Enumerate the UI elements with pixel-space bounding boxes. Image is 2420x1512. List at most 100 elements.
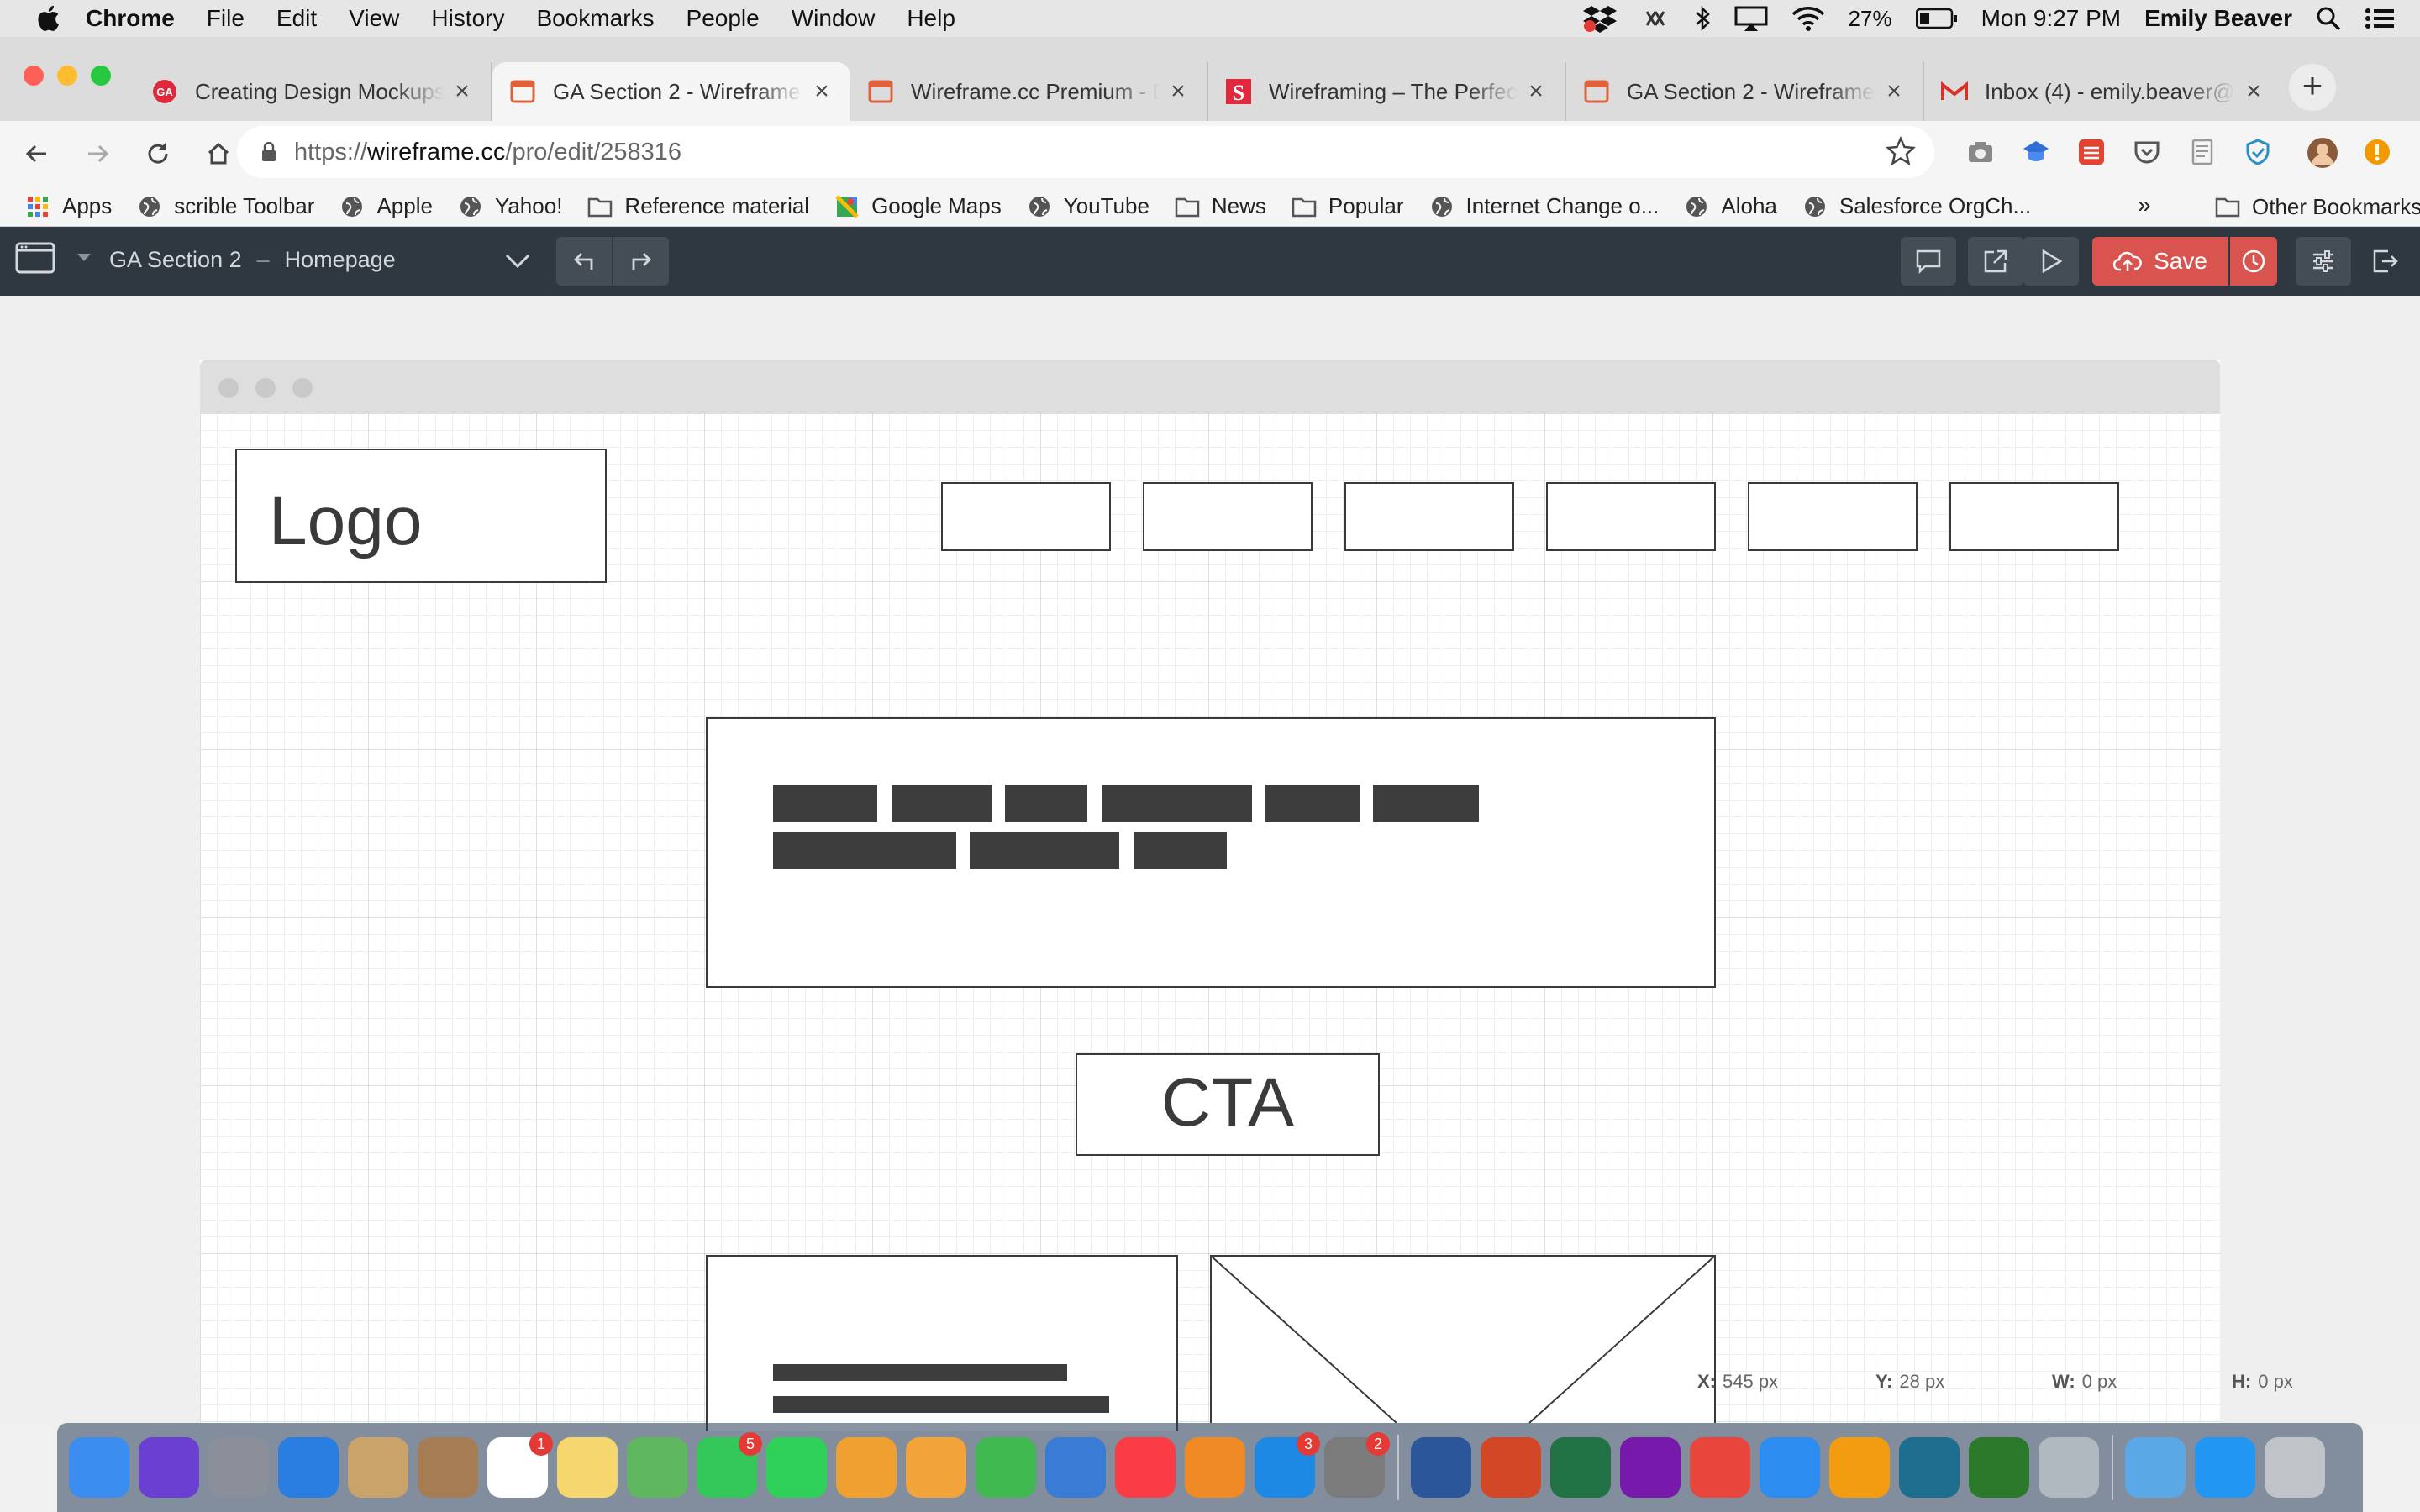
shield-app-icon[interactable] <box>1899 1437 1960 1498</box>
folder-icon[interactable] <box>2125 1437 2186 1498</box>
keynote-icon[interactable] <box>1045 1437 1106 1498</box>
page-menu-toggle[interactable] <box>15 240 92 276</box>
todoist-extension-icon[interactable] <box>2077 138 2106 166</box>
wf-nav-box[interactable] <box>1949 482 2119 551</box>
page-extension-icon[interactable] <box>2188 138 2217 166</box>
minimize-window-button[interactable] <box>57 66 77 86</box>
bookmark-star-icon[interactable] <box>1886 136 1916 166</box>
wf-nav-box[interactable] <box>1143 482 1313 551</box>
notification-center-icon[interactable] <box>2365 6 2395 31</box>
bookmark-item[interactable]: Apple <box>339 193 433 219</box>
launchpad-icon[interactable] <box>208 1437 269 1498</box>
trash-icon[interactable] <box>2265 1437 2325 1498</box>
bookmark-item[interactable]: Google Maps <box>834 193 1002 219</box>
bookmark-folder[interactable]: News <box>1175 193 1266 219</box>
onenote-icon[interactable] <box>1620 1437 1681 1498</box>
wf-text-card[interactable] <box>706 1255 1178 1431</box>
browser-tab[interactable]: GA Section 2 - Wireframe.cc × <box>1566 62 1924 121</box>
reload-button[interactable] <box>143 139 173 169</box>
tab-close-icon[interactable]: × <box>810 77 834 106</box>
excel-icon[interactable] <box>1550 1437 1611 1498</box>
project-name[interactable]: GA Section 2 <box>109 247 242 273</box>
zoom-window-button[interactable] <box>91 66 111 86</box>
home-button[interactable] <box>203 139 234 169</box>
browser-tab[interactable]: Inbox (4) - emily.beaver@gmail.com × <box>1924 62 2282 121</box>
wifi-icon[interactable] <box>1791 6 1825 31</box>
numbers-icon[interactable] <box>976 1437 1036 1498</box>
wf-hero-box[interactable] <box>706 717 1716 988</box>
wf-nav-box[interactable] <box>1344 482 1514 551</box>
update-alert-icon[interactable] <box>2363 138 2391 166</box>
redo-button[interactable] <box>613 237 669 286</box>
contacts-icon[interactable] <box>418 1437 478 1498</box>
menu-app-name[interactable]: Chrome <box>86 5 175 32</box>
back-button[interactable] <box>22 139 52 169</box>
powerpoint-icon[interactable] <box>1481 1437 1541 1498</box>
wf-nav-box[interactable] <box>941 482 1111 551</box>
bookmark-folder[interactable]: Popular <box>1292 193 1404 219</box>
photos-icon[interactable] <box>836 1437 897 1498</box>
browser-tab-active[interactable]: GA Section 2 - Wireframe.cc × <box>492 62 850 121</box>
menu-view[interactable]: View <box>349 5 399 32</box>
comments-button[interactable] <box>1901 237 1956 286</box>
messages-icon[interactable]: 5 <box>697 1432 762 1498</box>
airplay-icon[interactable] <box>1734 6 1768 31</box>
bookmark-item[interactable]: Aloha <box>1684 193 1777 219</box>
siri-icon[interactable] <box>139 1437 199 1498</box>
network-globe-icon[interactable] <box>1760 1437 1820 1498</box>
close-window-button[interactable] <box>24 66 44 86</box>
safari-icon[interactable] <box>278 1437 339 1498</box>
menubar-user[interactable]: Emily Beaver <box>2144 5 2292 32</box>
tab-close-icon[interactable]: × <box>450 77 474 106</box>
new-tab-button[interactable]: + <box>2289 64 2336 111</box>
bookmarks-overflow-button[interactable]: » <box>2138 192 2151 218</box>
save-button[interactable]: Save <box>2092 237 2228 286</box>
menu-people[interactable]: People <box>687 5 760 32</box>
page-name[interactable]: Homepage <box>285 247 396 273</box>
books-icon[interactable] <box>1185 1437 1245 1498</box>
version-history-button[interactable] <box>2230 237 2277 286</box>
settings-button[interactable] <box>2296 237 2351 286</box>
app-store-2-icon[interactable] <box>2195 1437 2255 1498</box>
facetime-icon[interactable] <box>766 1437 827 1498</box>
bookmark-item[interactable]: Salesforce OrgCh... <box>1802 193 2031 219</box>
menu-window[interactable]: Window <box>792 5 876 32</box>
shield-extension-icon[interactable] <box>2244 138 2272 166</box>
chrome-icon[interactable] <box>1690 1437 1750 1498</box>
tab-close-icon[interactable]: × <box>1882 77 1906 106</box>
preview-button[interactable] <box>2023 237 2079 286</box>
share-button[interactable] <box>1968 237 2023 286</box>
wf-logo-box[interactable]: Logo <box>235 449 607 583</box>
exit-button[interactable] <box>2361 237 2408 286</box>
spotlight-search-icon[interactable] <box>2316 6 2341 31</box>
bookmark-folder[interactable]: Reference material <box>587 193 809 219</box>
bookmark-apps[interactable]: Apps <box>25 193 112 219</box>
menu-edit[interactable]: Edit <box>276 5 317 32</box>
forward-button[interactable] <box>82 139 113 169</box>
browser-tab[interactable]: GA Creating Design Mockups × <box>134 62 492 121</box>
menu-bookmarks[interactable]: Bookmarks <box>536 5 654 32</box>
pocket-extension-icon[interactable] <box>2133 138 2161 166</box>
system-preferences-icon[interactable]: 2 <box>1324 1432 1390 1498</box>
bluetooth-icon[interactable] <box>1694 6 1711 31</box>
browser-tab[interactable]: Wireframe.cc Premium - Dashboard × <box>850 62 1208 121</box>
bookmark-item[interactable]: YouTube <box>1027 193 1150 219</box>
menubar-clock[interactable]: Mon 9:27 PM <box>1981 5 2122 32</box>
wf-cta-box[interactable]: CTA <box>1076 1053 1380 1156</box>
wf-image-placeholder[interactable] <box>1210 1255 1716 1423</box>
menu-file[interactable]: File <box>207 5 245 32</box>
battery-icon[interactable] <box>1915 8 1958 29</box>
downloader-icon[interactable] <box>1969 1437 2029 1498</box>
bookmark-item[interactable]: scrible Toolbar <box>137 193 314 219</box>
undo-button[interactable] <box>556 237 613 286</box>
tab-close-icon[interactable]: × <box>1524 77 1548 106</box>
wf-nav-box[interactable] <box>1546 482 1716 551</box>
app-store-icon[interactable]: 3 <box>1255 1432 1320 1498</box>
word-icon[interactable] <box>1411 1437 1471 1498</box>
other-bookmarks[interactable]: Other Bookmarks <box>2215 186 2420 227</box>
dropbox-icon[interactable] <box>1582 4 1617 33</box>
bookmark-item[interactable]: Internet Change o... <box>1429 193 1659 219</box>
notes-icon[interactable] <box>557 1437 618 1498</box>
mail-eagle-icon[interactable] <box>348 1437 408 1498</box>
address-bar[interactable]: https://wireframe.cc/pro/edit/258316 <box>237 126 1934 178</box>
